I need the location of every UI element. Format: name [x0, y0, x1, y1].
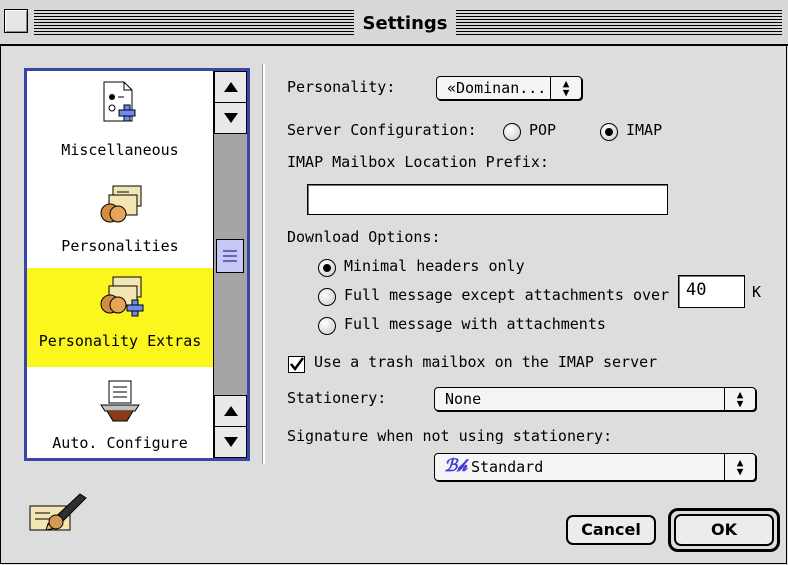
- server-configuration-label: Server Configuration:: [287, 121, 477, 139]
- category-list-content: Miscellaneous Personalities Personality: [27, 71, 213, 458]
- personality-value: «Dominan...: [447, 79, 547, 97]
- title-bar-stripes-left: [34, 10, 354, 36]
- pop-radio[interactable]: [503, 123, 521, 141]
- settings-pen-icon: [29, 493, 87, 531]
- category-item-personality-extras[interactable]: Personality Extras: [27, 268, 213, 367]
- download-options-label: Download Options:: [287, 228, 441, 246]
- pop-radio-label: POP: [529, 121, 557, 139]
- personalities-icon: [100, 185, 142, 223]
- imap-radio[interactable]: [600, 123, 618, 141]
- category-item-miscellaneous[interactable]: Miscellaneous: [27, 71, 213, 169]
- popup-arrows-icon: ▲ ▼: [550, 77, 581, 99]
- category-item-label: Miscellaneous: [61, 141, 179, 159]
- settings-category-list[interactable]: Miscellaneous Personalities Personality: [24, 68, 250, 461]
- category-scrollbar[interactable]: [213, 71, 247, 458]
- close-box[interactable]: [4, 9, 28, 33]
- cancel-button[interactable]: Cancel: [566, 515, 656, 545]
- window-title: Settings: [355, 10, 455, 37]
- personality-label: Personality:: [287, 78, 396, 96]
- category-item-personalities[interactable]: Personalities: [27, 175, 213, 263]
- category-item-label: Auto. Configure: [52, 434, 188, 452]
- title-bar-stripes-right: [456, 10, 782, 36]
- panel-divider: [262, 64, 265, 464]
- minimal-headers-label: Minimal headers only: [344, 257, 525, 275]
- attachment-size-unit: K: [752, 283, 762, 301]
- trash-mailbox-checkbox[interactable]: [288, 356, 305, 373]
- title-bar[interactable]: Settings: [0, 0, 788, 46]
- miscellaneous-icon: [103, 81, 136, 122]
- stationery-value: None: [445, 390, 482, 408]
- scroll-up-arrow-icon[interactable]: [214, 71, 247, 103]
- scroll-thumb[interactable]: [216, 239, 244, 273]
- popup-arrows-icon: ▲ ▼: [724, 388, 755, 410]
- minimal-headers-radio[interactable]: [318, 259, 336, 277]
- signature-label: Signature when not using stationery:: [287, 427, 613, 445]
- imap-prefix-label: IMAP Mailbox Location Prefix:: [287, 153, 549, 171]
- stationery-label: Stationery:: [287, 389, 387, 407]
- imap-radio-label: IMAP: [626, 121, 663, 139]
- full-except-attachments-label: Full message except attachments over: [344, 286, 670, 304]
- scroll-down-arrow-icon[interactable]: [214, 102, 247, 134]
- personality-extras-icon: [100, 276, 144, 317]
- category-item-label: Personality Extras: [38, 332, 202, 350]
- popup-arrows-icon: ▲ ▼: [724, 454, 755, 480]
- scroll-down-arrow-icon[interactable]: [214, 426, 247, 458]
- personality-popup[interactable]: «Dominan... ▲ ▼: [436, 76, 582, 100]
- trash-mailbox-label: Use a trash mailbox on the IMAP server: [314, 353, 658, 371]
- signature-script-icon: ℬ𝒽: [444, 456, 468, 476]
- full-except-attachments-radio[interactable]: [318, 288, 336, 306]
- stationery-popup[interactable]: None ▲ ▼: [434, 387, 756, 411]
- imap-prefix-input[interactable]: [307, 184, 668, 215]
- category-item-auto-configure[interactable]: Auto. Configure: [27, 371, 213, 458]
- category-item-label: Personalities: [61, 237, 179, 255]
- attachment-size-input[interactable]: 40: [678, 275, 745, 308]
- scroll-up-arrow-icon[interactable]: [214, 395, 247, 427]
- full-with-attachments-label: Full message with attachments: [344, 315, 606, 333]
- signature-popup[interactable]: ℬ𝒽 Standard ▲ ▼: [434, 453, 756, 481]
- full-with-attachments-radio[interactable]: [318, 317, 336, 335]
- signature-value: Standard: [471, 458, 544, 476]
- ok-button[interactable]: OK: [674, 514, 774, 546]
- checkmark-icon: [290, 357, 304, 372]
- auto-configure-icon: [100, 380, 140, 422]
